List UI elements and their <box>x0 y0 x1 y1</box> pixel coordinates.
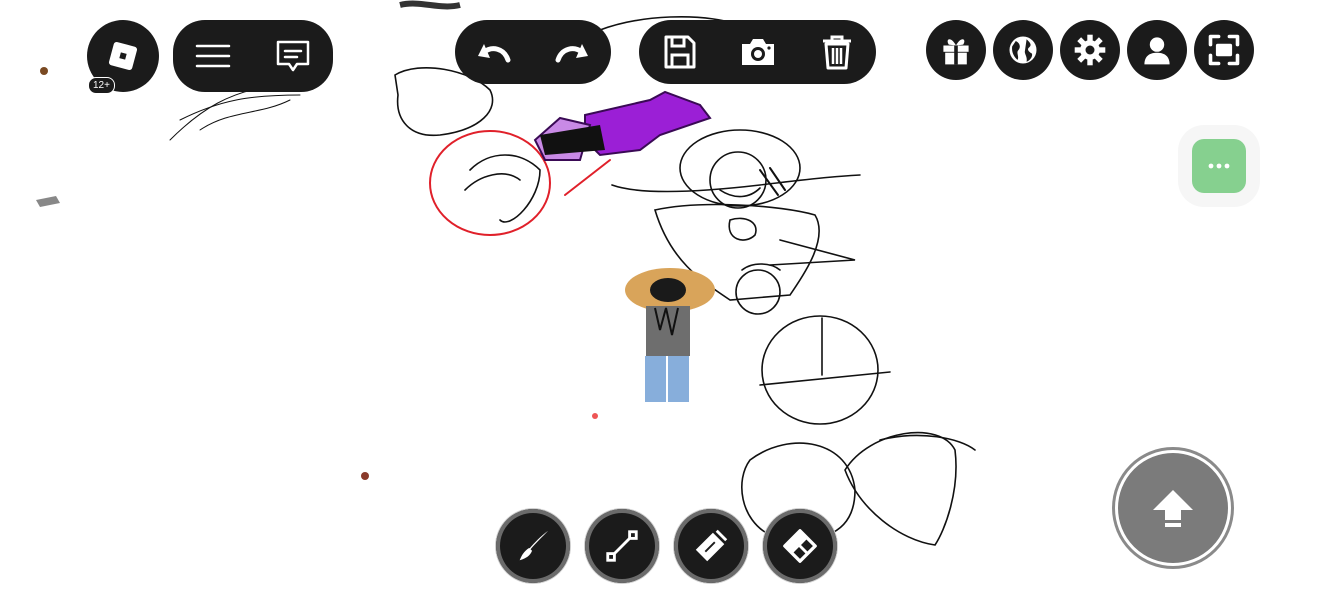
gift-button[interactable] <box>926 20 986 80</box>
gift-icon <box>943 39 969 65</box>
redo-icon <box>555 44 588 63</box>
brush-icon <box>519 530 549 561</box>
camera-icon <box>741 39 774 65</box>
fullscreen-icon <box>1208 34 1240 66</box>
undo-button[interactable] <box>466 24 522 80</box>
more-dots-icon <box>1208 163 1230 169</box>
profile-icon <box>1144 37 1170 65</box>
file-pill <box>639 20 876 84</box>
line-tool-icon <box>606 530 638 562</box>
globe-button[interactable] <box>993 20 1053 80</box>
age-rating-badge: 12+ <box>88 77 115 94</box>
spray-can-icon <box>695 529 728 562</box>
jump-arrow-icon <box>1153 490 1193 527</box>
more-options-button[interactable] <box>1192 139 1246 193</box>
menu-button[interactable] <box>185 28 241 84</box>
redo-button[interactable] <box>544 24 600 80</box>
gear-icon <box>1074 34 1106 66</box>
fullscreen-button[interactable] <box>1194 20 1254 80</box>
settings-button[interactable] <box>1060 20 1120 80</box>
chat-button[interactable] <box>265 28 321 84</box>
save-icon <box>664 35 695 69</box>
trash-icon <box>822 35 851 70</box>
profile-button[interactable] <box>1127 20 1187 80</box>
globe-icon <box>1009 36 1037 64</box>
chat-icon <box>276 40 310 72</box>
eraser-icon <box>783 529 817 563</box>
clear-button[interactable] <box>809 24 865 80</box>
roblox-logo-icon <box>108 41 138 71</box>
history-pill <box>455 20 611 84</box>
hamburger-menu-icon <box>195 44 231 68</box>
undo-icon <box>478 44 511 63</box>
screenshot-button[interactable] <box>730 24 786 80</box>
jump-button[interactable] <box>1115 450 1231 566</box>
line-tool-button[interactable] <box>585 509 659 583</box>
save-button[interactable] <box>651 24 707 80</box>
menu-chat-pill <box>173 20 333 92</box>
spray-tool-button[interactable] <box>674 509 748 583</box>
brush-tool-button[interactable] <box>496 509 570 583</box>
eraser-tool-button[interactable] <box>763 509 837 583</box>
